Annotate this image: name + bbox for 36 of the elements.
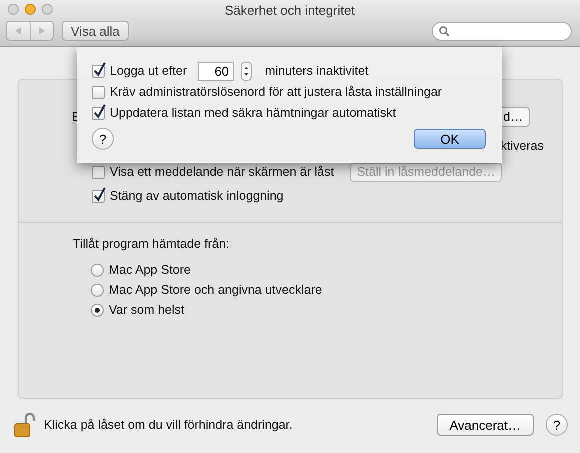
padlock-icon[interactable]: [14, 412, 36, 438]
help-button[interactable]: ?: [546, 414, 568, 436]
ok-button[interactable]: OK: [414, 129, 486, 149]
checkbox-label: Uppdatera listan med säkra hämtningar automatiskt: [110, 106, 396, 120]
radio-label: Mac App Store: [109, 263, 191, 277]
checkbox[interactable]: [92, 190, 105, 202]
help-button[interactable]: ?: [92, 128, 114, 150]
window-title: Säkerhet och integritet: [224, 3, 356, 18]
checkbox-label: Logga ut efter: [110, 64, 188, 78]
checkbox-label: Stäng av automatisk inloggning: [110, 189, 284, 203]
minimize-icon[interactable]: [25, 4, 36, 15]
partial-text: E: [72, 110, 80, 124]
close-icon[interactable]: [8, 4, 19, 15]
checkbox[interactable]: [92, 86, 105, 98]
checkbox[interactable]: [92, 106, 105, 120]
stepper-icon[interactable]: [241, 62, 252, 80]
search-field[interactable]: [432, 22, 572, 40]
radio-button[interactable]: [91, 284, 104, 296]
search-icon: [439, 26, 450, 36]
radio-label: Var som helst: [109, 303, 184, 317]
minutes-field[interactable]: 60: [198, 62, 234, 80]
show-all-button[interactable]: Visa alla: [62, 21, 129, 41]
unit-label: minuters inaktivitet: [265, 64, 369, 78]
checkbox-label: Visa ett meddelande när skärmen är låst: [110, 165, 334, 179]
lock-hint: Klicka på låset om du vill förhindra ändringar.: [44, 418, 293, 432]
radio-button[interactable]: [91, 304, 104, 316]
checkbox-label: Kräv administratörslösenord för att justera låsta inställningar: [110, 85, 442, 99]
radio-button[interactable]: [91, 264, 104, 276]
checkbox[interactable]: [92, 64, 105, 78]
zoom-icon[interactable]: [42, 4, 53, 15]
radio-label: Mac App Store och angivna utvecklare: [109, 283, 322, 297]
back-forward-control[interactable]: [6, 21, 54, 41]
partial-text: ktiveras: [500, 139, 544, 153]
checkbox[interactable]: [92, 166, 105, 178]
advanced-button[interactable]: Avancerat…: [436, 414, 534, 436]
section-heading: Tillåt program hämtade från:: [73, 237, 231, 251]
